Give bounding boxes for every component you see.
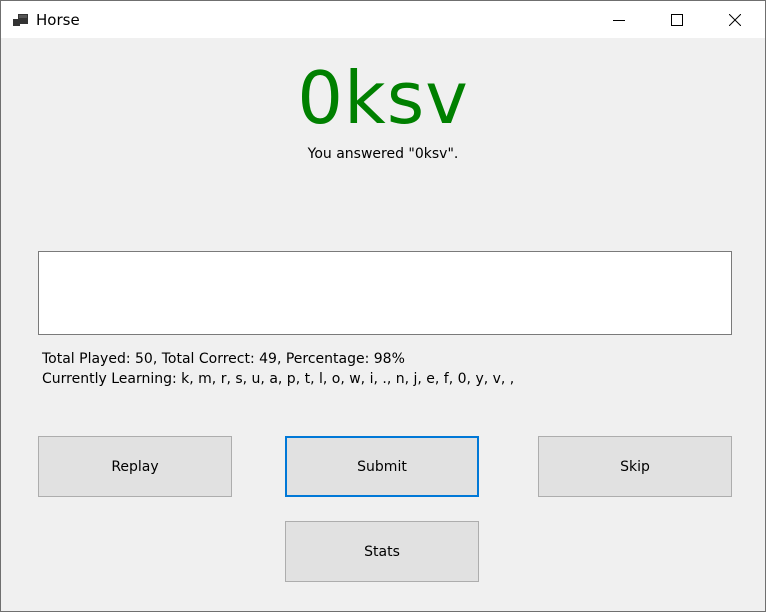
answer-display: 0ksv <box>297 56 469 140</box>
stats-summary: Total Played: 50, Total Correct: 49, Per… <box>42 351 405 367</box>
minimize-icon <box>613 19 625 21</box>
minimize-button[interactable] <box>590 1 648 38</box>
close-icon <box>729 13 741 26</box>
title-bar[interactable]: Horse <box>1 1 765 38</box>
app-window: Horse 0ksv You answered "0ksv". Total Pl… <box>0 0 766 612</box>
currently-learning: Currently Learning: k, m, r, s, u, a, p,… <box>42 371 515 387</box>
replay-button[interactable]: Replay <box>38 436 232 497</box>
maximize-button[interactable] <box>648 1 706 38</box>
skip-button[interactable]: Skip <box>538 436 732 497</box>
maximize-icon <box>671 13 683 26</box>
submit-button[interactable]: Submit <box>285 436 479 497</box>
stats-button[interactable]: Stats <box>285 521 479 582</box>
close-button[interactable] <box>706 1 764 38</box>
answer-input[interactable] <box>38 251 732 335</box>
app-window-icon <box>13 14 28 26</box>
answer-feedback: You answered "0ksv". <box>307 146 459 162</box>
window-title: Horse <box>36 11 80 29</box>
